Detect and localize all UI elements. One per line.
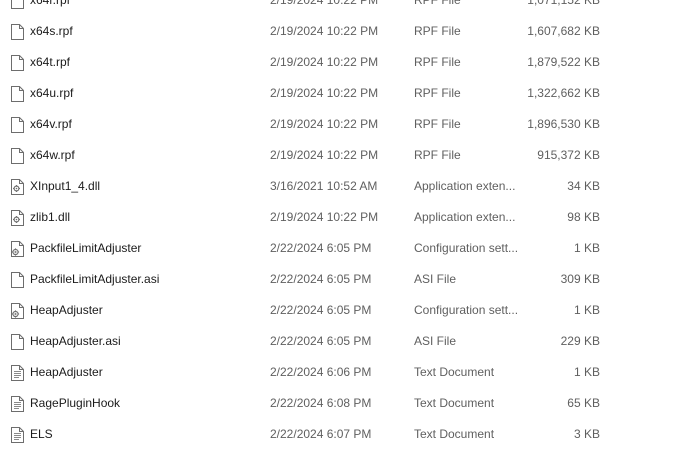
file-name: PackfileLimitAdjuster xyxy=(30,241,142,255)
file-name: PackfileLimitAdjuster.asi xyxy=(30,272,160,286)
blank-file-icon xyxy=(11,24,24,40)
file-row[interactable]: x64v.rpf 2/19/2024 10:22 PM RPF File 1,8… xyxy=(0,109,673,140)
dll-file-icon xyxy=(11,179,24,195)
file-row[interactable]: x64r.rpf 2/19/2024 10:22 PM RPF File 1,0… xyxy=(0,0,673,16)
file-date-modified: 2/19/2024 10:22 PM xyxy=(270,117,379,131)
file-type: RPF File xyxy=(414,86,461,100)
dll-file-icon xyxy=(11,210,24,226)
file-name: HeapAdjuster xyxy=(30,365,103,379)
file-date-modified: 2/19/2024 10:22 PM xyxy=(270,148,379,162)
file-type: Application exten... xyxy=(414,179,516,193)
file-type: ASI File xyxy=(414,272,457,286)
file-row[interactable]: x64t.rpf 2/19/2024 10:22 PM RPF File 1,8… xyxy=(0,47,673,78)
config-file-icon xyxy=(11,303,24,319)
file-row[interactable]: x64s.rpf 2/19/2024 10:22 PM RPF File 1,6… xyxy=(0,16,673,47)
file-list: x64r.rpf 2/19/2024 10:22 PM RPF File 1,0… xyxy=(0,0,673,450)
config-file-icon xyxy=(11,241,24,257)
file-date-modified: 2/19/2024 10:22 PM xyxy=(270,24,379,38)
file-row[interactable]: HeapAdjuster.asi 2/22/2024 6:05 PM ASI F… xyxy=(0,326,673,357)
file-row[interactable]: XInput1_4.dll 3/16/2021 10:52 AM Applica… xyxy=(0,171,673,202)
file-date-modified: 2/22/2024 6:05 PM xyxy=(270,303,372,317)
file-size: 229 KB xyxy=(560,334,600,348)
file-date-modified: 2/19/2024 10:22 PM xyxy=(270,55,379,69)
file-size: 1,607,682 KB xyxy=(527,24,600,38)
file-row[interactable]: PackfileLimitAdjuster.asi 2/22/2024 6:05… xyxy=(0,264,673,295)
file-type: Configuration sett... xyxy=(414,241,519,255)
file-name: x64w.rpf xyxy=(30,148,75,162)
file-type: Application exten... xyxy=(414,210,516,224)
file-size: 309 KB xyxy=(560,272,600,286)
file-row[interactable]: ELS 2/22/2024 6:07 PM Text Document 3 KB xyxy=(0,419,673,450)
file-date-modified: 3/16/2021 10:52 AM xyxy=(270,179,378,193)
file-name: x64v.rpf xyxy=(30,117,72,131)
file-name: RagePluginHook xyxy=(30,396,121,410)
file-row[interactable]: x64u.rpf 2/19/2024 10:22 PM RPF File 1,3… xyxy=(0,78,673,109)
file-date-modified: 2/19/2024 10:22 PM xyxy=(270,210,379,224)
file-name: x64r.rpf xyxy=(30,0,71,7)
file-date-modified: 2/19/2024 10:22 PM xyxy=(270,0,379,7)
file-name: HeapAdjuster xyxy=(30,303,103,317)
file-size: 1 KB xyxy=(573,303,600,317)
file-size: 98 KB xyxy=(567,210,600,224)
file-size: 1,896,530 KB xyxy=(527,117,600,131)
file-type: Text Document xyxy=(414,427,495,441)
file-date-modified: 2/22/2024 6:07 PM xyxy=(270,427,372,441)
file-type: RPF File xyxy=(414,24,461,38)
file-type: RPF File xyxy=(414,148,461,162)
file-size: 65 KB xyxy=(567,396,600,410)
file-row[interactable]: zlib1.dll 2/19/2024 10:22 PM Application… xyxy=(0,202,673,233)
blank-file-icon xyxy=(11,0,24,9)
text-file-icon xyxy=(11,396,24,412)
file-type: ASI File xyxy=(414,334,457,348)
file-size: 1,071,152 KB xyxy=(527,0,600,7)
file-type: Configuration sett... xyxy=(414,303,519,317)
file-row[interactable]: x64w.rpf 2/19/2024 10:22 PM RPF File 915… xyxy=(0,140,673,171)
file-date-modified: 2/19/2024 10:22 PM xyxy=(270,86,379,100)
file-name: x64s.rpf xyxy=(30,24,73,38)
blank-file-icon xyxy=(11,148,24,164)
file-date-modified: 2/22/2024 6:05 PM xyxy=(270,241,372,255)
file-type: RPF File xyxy=(414,55,461,69)
file-type: Text Document xyxy=(414,396,495,410)
file-name: HeapAdjuster.asi xyxy=(30,334,121,348)
file-size: 1 KB xyxy=(573,241,600,255)
file-size: 1,879,522 KB xyxy=(527,55,600,69)
file-size: 1,322,662 KB xyxy=(527,86,600,100)
file-name: x64u.rpf xyxy=(30,86,74,100)
file-size: 34 KB xyxy=(567,179,600,193)
file-row[interactable]: HeapAdjuster 2/22/2024 6:06 PM Text Docu… xyxy=(0,357,673,388)
file-row[interactable]: RagePluginHook 2/22/2024 6:08 PM Text Do… xyxy=(0,388,673,419)
file-date-modified: 2/22/2024 6:05 PM xyxy=(270,334,372,348)
blank-file-icon xyxy=(11,334,24,350)
file-size: 915,372 KB xyxy=(537,148,600,162)
blank-file-icon xyxy=(11,86,24,102)
file-date-modified: 2/22/2024 6:06 PM xyxy=(270,365,372,379)
text-file-icon xyxy=(11,365,24,381)
file-name: x64t.rpf xyxy=(30,55,71,69)
blank-file-icon xyxy=(11,55,24,71)
file-date-modified: 2/22/2024 6:05 PM xyxy=(270,272,372,286)
file-type: Text Document xyxy=(414,365,495,379)
blank-file-icon xyxy=(11,117,24,133)
file-type: RPF File xyxy=(414,0,461,7)
file-name: XInput1_4.dll xyxy=(30,179,101,193)
file-row[interactable]: PackfileLimitAdjuster 2/22/2024 6:05 PM … xyxy=(0,233,673,264)
file-size: 3 KB xyxy=(573,427,600,441)
file-size: 1 KB xyxy=(573,365,600,379)
file-row[interactable]: HeapAdjuster 2/22/2024 6:05 PM Configura… xyxy=(0,295,673,326)
file-type: RPF File xyxy=(414,117,461,131)
file-name: ELS xyxy=(30,427,53,441)
blank-file-icon xyxy=(11,272,24,288)
file-date-modified: 2/22/2024 6:08 PM xyxy=(270,396,372,410)
text-file-icon xyxy=(11,427,24,443)
file-name: zlib1.dll xyxy=(30,210,71,224)
